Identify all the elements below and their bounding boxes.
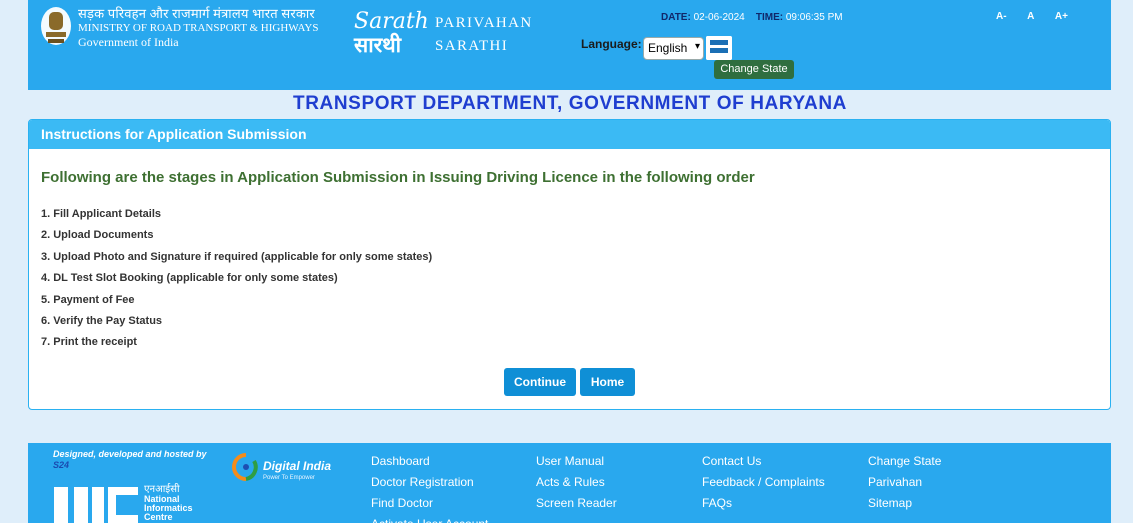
footer-link-screen-reader[interactable]: Screen Reader [536,493,617,514]
date-value: 02-06-2024 [693,12,745,23]
footer-link-faqs[interactable]: FAQs [702,493,825,514]
footer-link-feedback[interactable]: Feedback / Complaints [702,472,825,493]
chevron-down-icon: ▾ [694,41,700,52]
list-item: 3. Upload Photo and Signature if require… [41,250,433,263]
sarathi-logo: Sarathi सारथी [353,9,428,56]
list-item: 5. Payment of Fee [41,293,135,306]
svg-text:Power To Empower: Power To Empower [263,475,315,481]
time-label: TIME: [755,12,784,23]
digital-india-logo: Digital India Power To Empower [232,453,331,481]
svg-text:Centre: Centre [144,512,173,522]
government-of-india: Government of India [78,35,179,49]
language-label: Language: [581,37,642,51]
ministry-hindi: सड़क परिवहन और राजमार्ग मंत्रालय भारत सर… [78,6,315,21]
font-increase-button[interactable]: A+ [1055,11,1068,25]
font-size-controls: A- A A+ [996,11,1068,25]
parivahan-label: PARIVAHAN [435,15,533,31]
footer-link-user-manual[interactable]: User Manual [536,451,617,472]
ministry-english: MINISTRY OF ROAD TRANSPORT & HIGHWAYS [78,22,319,34]
svg-text:सारथी: सारथी [353,32,403,56]
time-value: 09:06:35 PM [785,12,843,23]
date-time: DATE: 02-06-2024 TIME: 09:06:35 PM [661,12,843,23]
continue-button[interactable]: Continue [504,368,576,396]
department-title: TRANSPORT DEPARTMENT, GOVERNMENT OF HARY… [293,93,847,114]
change-state-button[interactable]: Change State [714,60,794,79]
language-select[interactable]: English ▾ [643,37,704,60]
list-item: 6. Verify the Pay Status [41,314,163,327]
site-footer: Designed, developed and hosted by S24 एन… [28,443,1111,523]
footer-links-col2: User Manual Acts & Rules Screen Reader [536,451,617,514]
list-item: 2. Upload Documents [41,229,154,242]
footer-link-acts-rules[interactable]: Acts & Rules [536,472,617,493]
list-item: 1. Fill Applicant Details [41,208,162,220]
footer-link-doctor-registration[interactable]: Doctor Registration [371,472,488,493]
panel-heading: Instructions for Application Submission [29,120,1110,149]
parivahan-sarathi-text: PARIVAHAN SARATHI [435,12,533,58]
footer-links-col4: Change State Parivahan Sitemap [868,451,941,514]
panel-subheading: Following are the stages in Application … [41,169,755,186]
font-normal-button[interactable]: A [1027,11,1034,25]
date-label: DATE: [661,12,691,23]
footer-link-dashboard[interactable]: Dashboard [371,451,488,472]
home-button[interactable]: Home [580,368,635,396]
national-emblem-icon [41,7,71,45]
ministry-block: सड़क परिवहन और राजमार्ग मंत्रालय भारत सर… [78,6,318,50]
footer-link-sitemap[interactable]: Sitemap [868,493,941,514]
designed-by: Designed, developed and hosted by [53,449,207,459]
svg-text:Sarathi: Sarathi [354,9,428,34]
footer-link-find-doctor[interactable]: Find Doctor [371,493,488,514]
footer-link-activate-user[interactable]: Activate User Account [371,514,488,523]
font-decrease-button[interactable]: A- [996,11,1007,25]
footer-links-col1: Dashboard Doctor Registration Find Docto… [371,451,488,523]
footer-links-col3: Contact Us Feedback / Complaints FAQs [702,451,825,514]
sarathi-label: SARATHI [435,38,509,54]
steps-list: 1. Fill Applicant Details 2. Upload Docu… [41,207,432,357]
footer-link-change-state[interactable]: Change State [868,451,941,472]
cdac-logo-icon[interactable] [706,36,732,60]
nic-logo: एनआईसी National Informatics Centre [54,483,193,523]
list-item: 4. DL Test Slot Booking (applicable for … [41,272,338,285]
list-item: 7. Print the receipt [41,336,137,349]
designed-sub: S24 [53,460,70,470]
site-header: सड़क परिवहन और राजमार्ग मंत्रालय भारत सर… [28,0,1111,90]
footer-link-contact-us[interactable]: Contact Us [702,451,825,472]
instructions-panel: Instructions for Application Submission … [28,119,1111,410]
svg-text:Digital India: Digital India [263,459,331,473]
language-value: English [648,41,688,55]
footer-link-parivahan[interactable]: Parivahan [868,472,941,493]
